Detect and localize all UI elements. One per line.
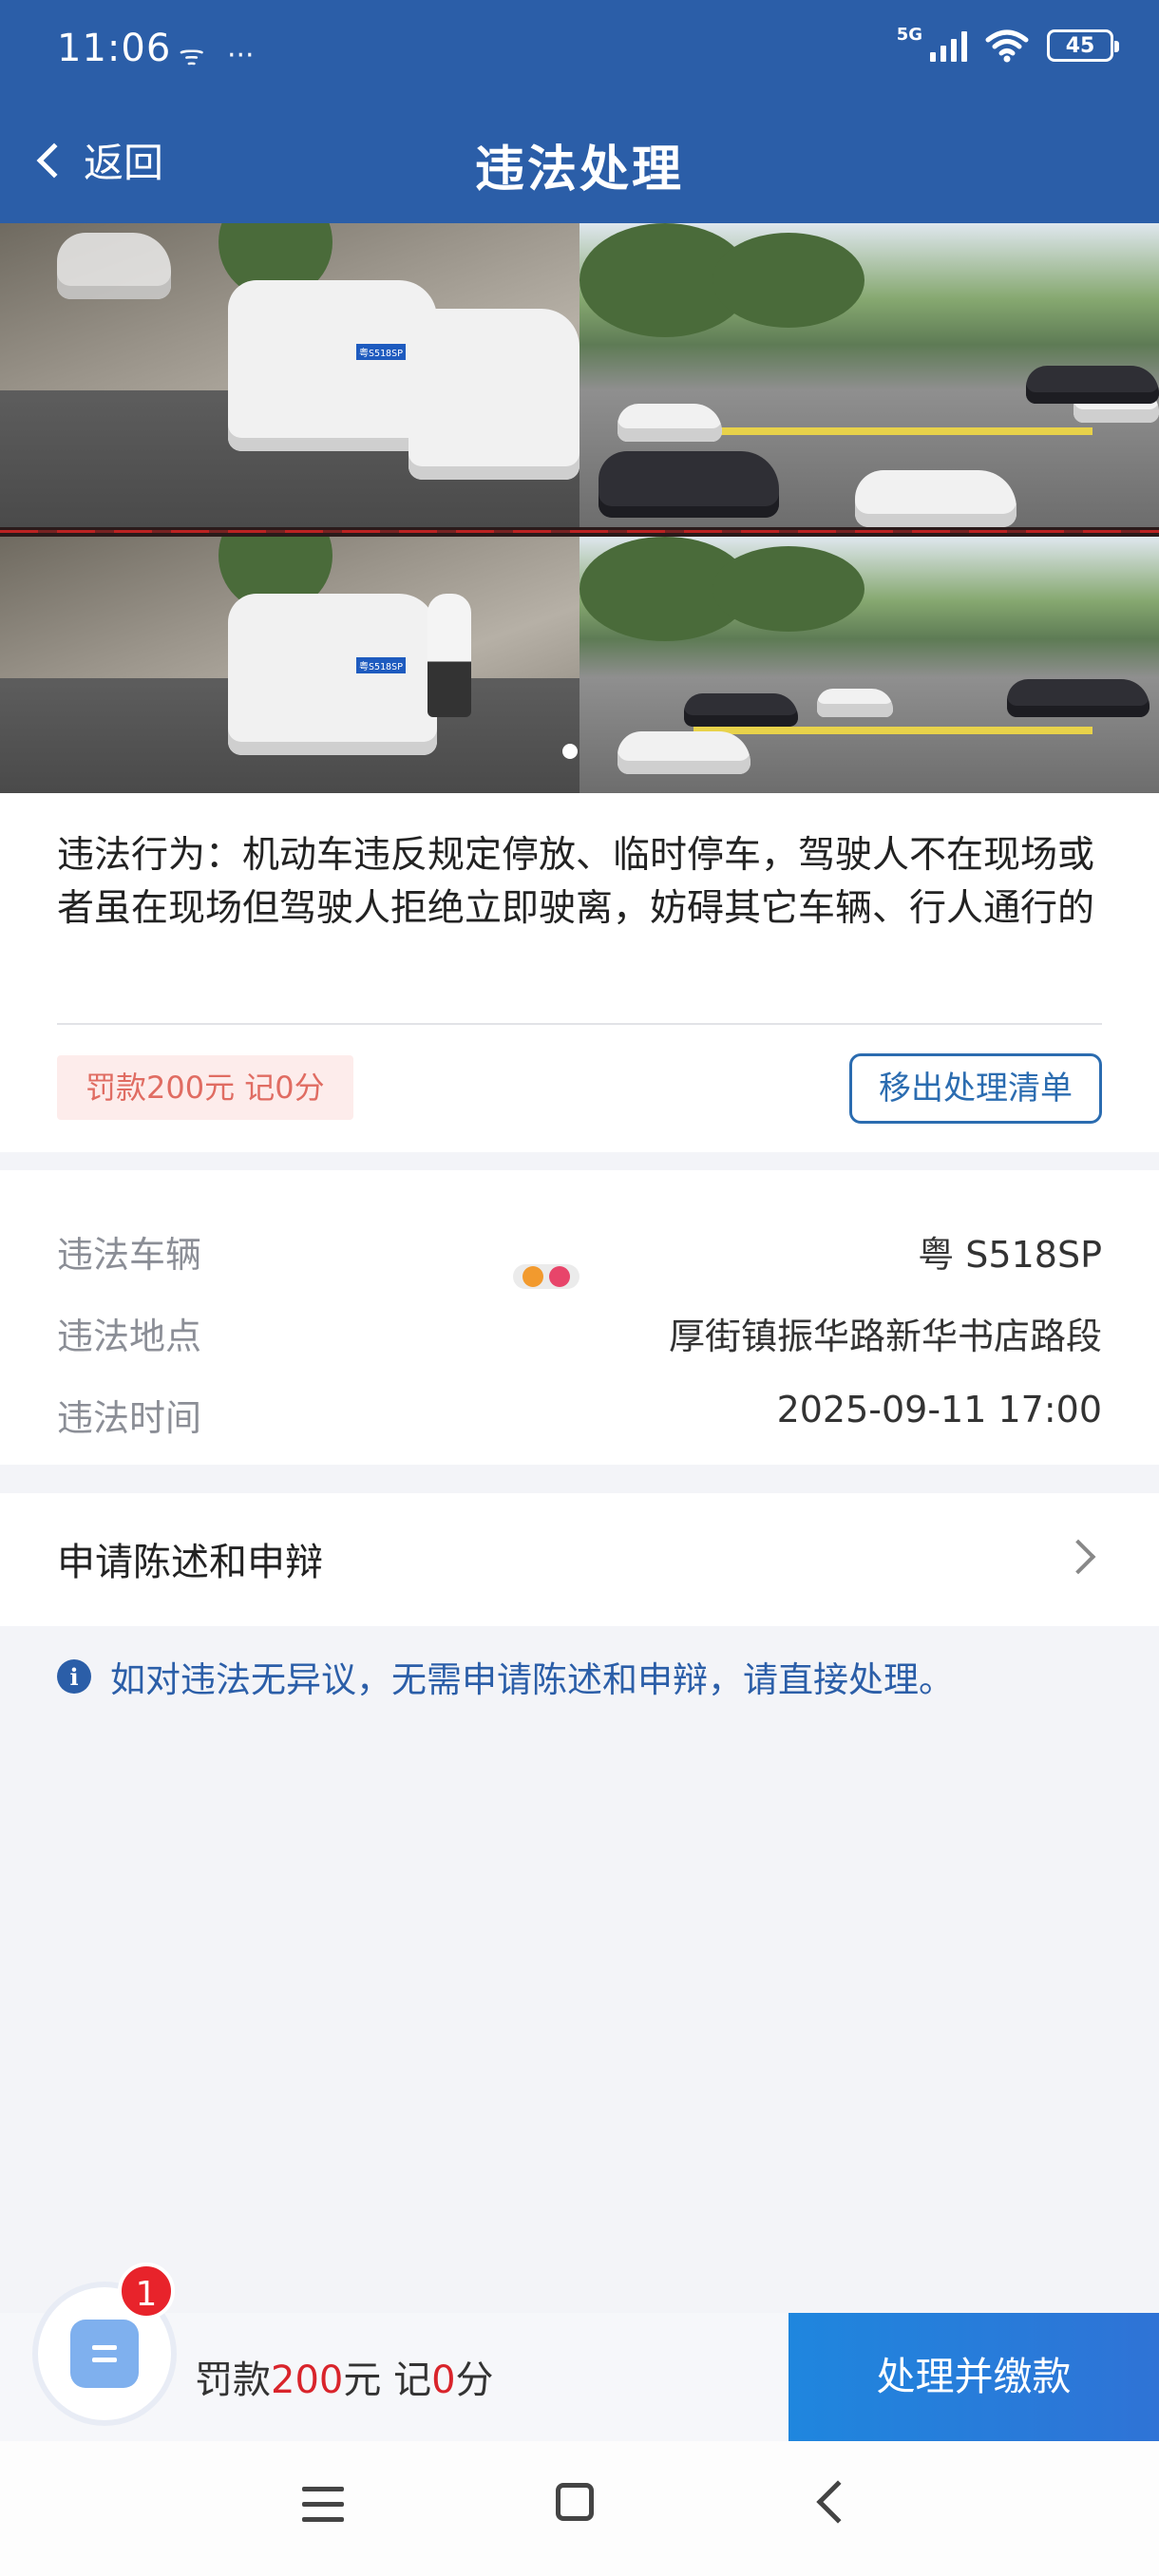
wifi-icon: [985, 29, 1029, 63]
status-bar: 11:06 ᯤ ··· 5G 45: [0, 0, 1159, 104]
license-plate: 粤S518SP: [356, 344, 407, 360]
evidence-photo-1[interactable]: 粤S518SP: [0, 223, 580, 527]
fine-summary: 罚款200元 记0分: [195, 2349, 494, 2404]
fine-summary-area: 1 罚款200元 记0分: [0, 2263, 788, 2441]
network-type: 5G: [896, 24, 922, 45]
appeal-row[interactable]: 申请陈述和申辩: [0, 1493, 1159, 1626]
detail-row-time: 违法时间 2025-09-11 17:00: [57, 1389, 1102, 1446]
detail-value: 2025-09-11 17:00: [776, 1389, 1102, 1430]
notification-icon: ᯤ: [179, 39, 205, 72]
detail-label: 违法地点: [57, 1316, 202, 1357]
fine-prefix: 罚款: [195, 2358, 271, 2402]
battery-icon: 45: [1047, 29, 1119, 62]
notice-text: 如对违法无异议，无需申请陈述和申辩，请直接处理。: [110, 1659, 954, 1700]
home-icon[interactable]: [556, 2483, 594, 2521]
points-unit: 分: [455, 2358, 494, 2402]
photo-divider: [0, 527, 1159, 537]
top-bar: 11:06 ᯤ ··· 5G 45 返回 违法处理: [0, 0, 1159, 223]
bottom-action-bar: 1 罚款200元 记0分 处理并缴款: [0, 2263, 1159, 2441]
appeal-label: 申请陈述和申辩: [57, 1541, 323, 1584]
detail-value: 厚街镇振华路新华书店路段: [668, 1316, 1102, 1357]
signal-icon: [930, 29, 967, 62]
app-logo-icon: [549, 1266, 570, 1287]
battery-level: 45: [1065, 33, 1095, 58]
detail-label: 违法时间: [57, 1397, 202, 1439]
info-icon: i: [57, 1659, 91, 1694]
list-count-badge: 1: [118, 2263, 175, 2320]
system-navigation-bar: [0, 2441, 1159, 2576]
divider: [57, 1023, 1102, 1025]
violation-description: 违法行为：机动车违反规定停放、临时停车，驾驶人不在现场或者虽在现场但驾驶人拒绝立…: [57, 834, 1095, 930]
violation-card: 违法行为：机动车违反规定停放、临时停车，驾驶人不在现场或者虽在现场但驾驶人拒绝立…: [0, 793, 1159, 1152]
detail-row-vehicle: 违法车辆 粤 S518SP: [57, 1225, 1102, 1282]
points-value: 0: [431, 2358, 456, 2402]
chevron-right-icon: [1060, 1539, 1096, 1575]
detail-value: 粤 S518SP: [918, 1234, 1102, 1276]
evidence-photo-carousel[interactable]: 粤S518SP 粤S518SP: [0, 223, 1159, 793]
recent-apps-icon[interactable]: [302, 2487, 344, 2532]
remove-from-list-button[interactable]: 移出处理清单: [849, 1053, 1102, 1124]
status-right: 5G 45: [896, 24, 1119, 63]
list-icon: [70, 2320, 139, 2388]
status-notification-icons: ᯤ ···: [179, 34, 255, 73]
back-nav-icon[interactable]: [816, 2480, 860, 2524]
weibo-icon: [522, 1266, 543, 1287]
process-and-pay-button[interactable]: 处理并缴款: [788, 2313, 1159, 2441]
fine-unit: 元 记: [343, 2358, 432, 2402]
license-plate: 粤S518SP: [356, 657, 407, 673]
nav-bar: 返回 违法处理: [0, 104, 1159, 223]
carousel-indicator: [562, 744, 578, 759]
detail-label: 违法车辆: [57, 1234, 202, 1276]
detail-row-location: 违法地点 厚街镇振华路新华书店路段: [57, 1307, 1102, 1364]
evidence-photo-4[interactable]: [580, 537, 1159, 793]
watermark-logo: [513, 1264, 580, 1289]
evidence-photo-3[interactable]: 粤S518SP: [0, 537, 580, 793]
info-notice: i 如对违法无异议，无需申请陈述和申辩，请直接处理。: [57, 1651, 954, 1702]
status-time: 11:06: [57, 27, 172, 70]
page-title: 违法处理: [474, 142, 684, 199]
evidence-photo-2[interactable]: [580, 223, 1159, 527]
more-dots-icon: ···: [226, 39, 255, 72]
carousel-dot-active: [562, 744, 578, 759]
fine-badge: 罚款200元 记0分: [57, 1055, 353, 1120]
fine-amount: 200: [271, 2358, 344, 2402]
processing-list-button[interactable]: 1: [38, 2263, 175, 2420]
violation-details-card: 违法车辆 粤 S518SP 违法地点 厚街镇振华路新华书店路段 违法时间 202…: [0, 1170, 1159, 1465]
